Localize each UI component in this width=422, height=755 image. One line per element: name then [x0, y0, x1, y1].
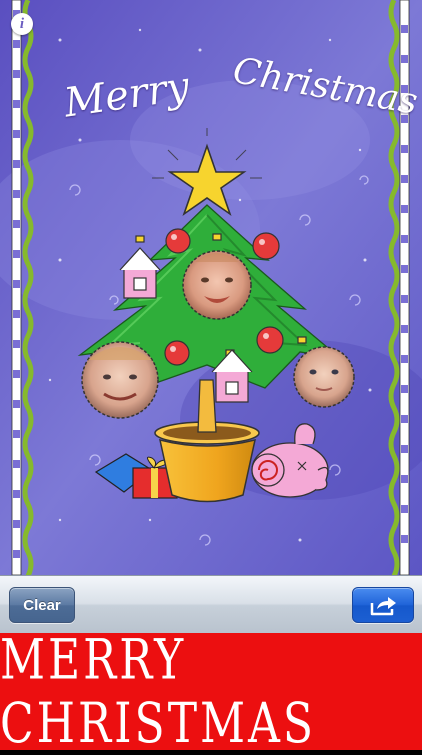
merry-christmas-banner[interactable]: MERRY CHRISTMAS [0, 628, 422, 755]
bottom-toolbar: Clear [0, 575, 422, 633]
clear-button[interactable]: Clear [9, 587, 75, 623]
banner-text: MERRY CHRISTMAS [0, 627, 317, 755]
tree-trunk [197, 379, 217, 433]
info-icon[interactable]: i [11, 13, 33, 35]
share-arrow-icon [370, 597, 396, 616]
share-button[interactable] [352, 587, 414, 623]
flower-pot [154, 421, 260, 503]
card-canvas[interactable]: i Merry Christmas [0, 0, 422, 575]
